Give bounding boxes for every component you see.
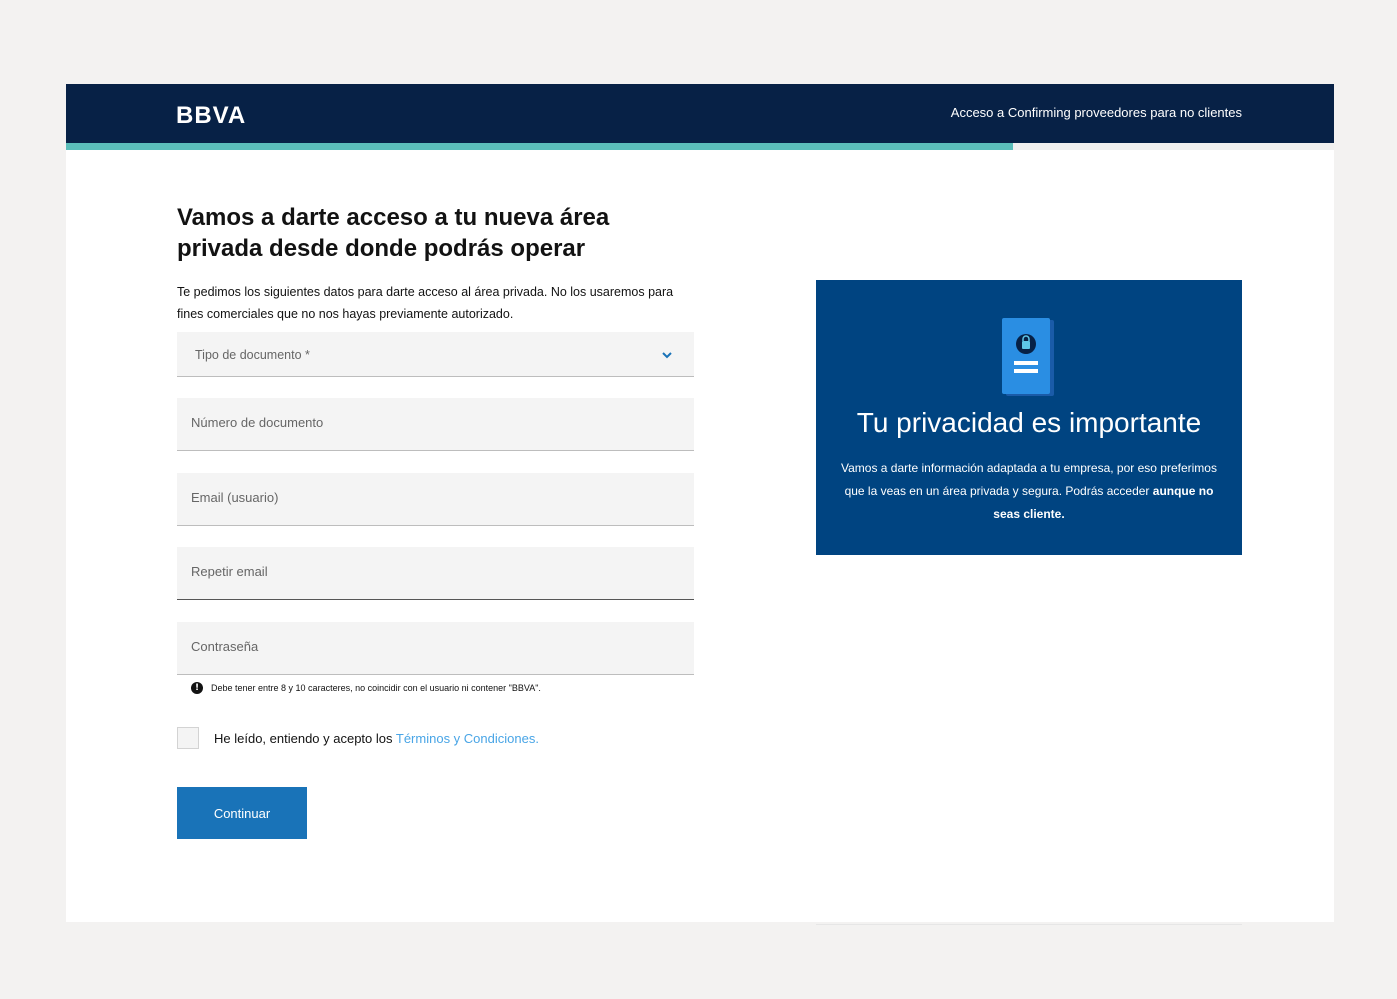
intro-text: Te pedimos los siguientes datos para dar… [177,285,674,321]
terms-text: He leído, entiendo y acepto los [214,731,396,746]
document-number-placeholder: Número de documento [191,415,324,430]
document-number-field[interactable]: Número de documento [177,398,694,451]
password-hint: ! Debe tener entre 8 y 10 caracteres, no… [191,682,541,694]
email-placeholder: Email (usuario) [191,490,279,505]
info-icon: ! [191,682,203,694]
document-type-select[interactable]: Tipo de documento * [177,332,694,377]
topbar-title: Acceso a Confirming proveedores para no … [950,105,1242,120]
password-hint-text: Debe tener entre 8 y 10 caracteres, no c… [211,683,541,693]
terms-checkbox[interactable] [177,727,199,749]
bbva-logo[interactable]: BBVA [176,102,246,130]
repeat-email-placeholder: Repetir email [191,564,268,579]
terms-label: He leído, entiendo y acepto los Términos… [214,731,539,746]
promo-text: Vamos a darte información adaptada a tu … [841,457,1217,526]
locked-document-icon [1002,318,1054,396]
page-card: BBVA Acceso a Confirming proveedores par… [66,84,1334,925]
continue-button[interactable]: Continuar [177,787,307,839]
privacy-promo: Tu privacidad es importante Vamos a dart… [816,280,1242,555]
divider [816,924,1242,925]
progress-fill [66,143,1014,150]
password-placeholder: Contraseña [191,639,259,654]
promo-title: Tu privacidad es importante [856,407,1202,438]
password-field[interactable]: Contraseña [177,622,694,675]
terms-link[interactable]: Términos y Condiciones. [396,731,539,746]
progress-bar [66,143,1334,150]
chevron-down-icon [662,352,672,359]
top-bar: BBVA Acceso a Confirming proveedores par… [66,84,1334,143]
repeat-email-field[interactable]: Repetir email [177,547,694,600]
document-type-label: Tipo de documento * [195,348,310,362]
email-field[interactable]: Email (usuario) [177,473,694,526]
page-title: Vamos a darte acceso a tu nueva área pri… [177,204,610,262]
